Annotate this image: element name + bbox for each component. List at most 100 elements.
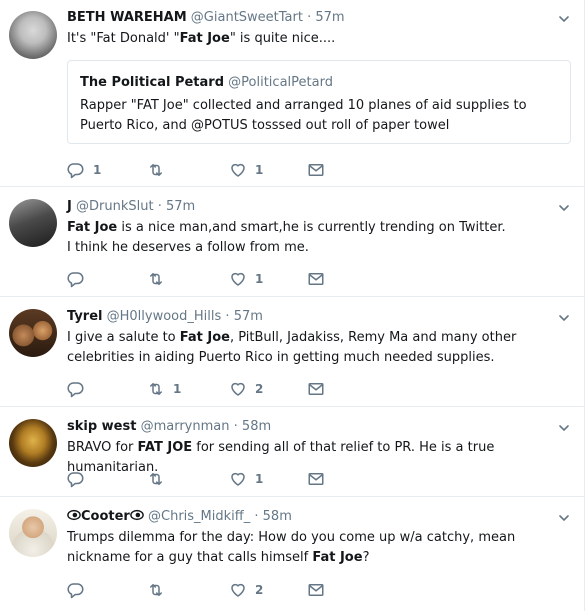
like-button[interactable]: 1 (229, 160, 263, 180)
quoted-text: Rapper "FAT Joe" collected and arranged … (80, 98, 527, 133)
tweet-5[interactable]: Cooter @Chris_Midkiff_ · 58m Trumps dile… (0, 497, 585, 611)
tweet-actions: 1 (67, 269, 367, 289)
quoted-header: The Political Petard @PoliticalPetard (80, 74, 333, 92)
like-button[interactable]: 1 (229, 269, 263, 289)
reply-icon (67, 380, 85, 398)
separator-dot: · (157, 199, 162, 214)
display-name[interactable]: Tyrel (67, 309, 102, 324)
tweet-text: Fat Joe is a nice man,and smart,he is cu… (67, 218, 577, 258)
chevron-down-icon[interactable] (558, 512, 570, 524)
retweet-icon (147, 581, 165, 599)
display-name[interactable]: Cooter (81, 509, 130, 524)
retweet-icon (147, 470, 165, 488)
tweet-actions: 1 1 (67, 160, 367, 180)
reply-button[interactable] (67, 580, 93, 600)
timestamp[interactable]: 57m (166, 199, 195, 214)
reply-icon (67, 161, 85, 179)
tweet-header: BETH WAREHAM @GiantSweetTart · 57m (67, 9, 345, 27)
text-segment: " is quite nice.... (229, 31, 336, 46)
separator-dot: · (233, 419, 238, 434)
highlighted-keyword: Fat Joe (312, 550, 363, 565)
reply-button[interactable]: 1 (67, 160, 101, 180)
retweet-icon (147, 380, 165, 398)
tweet-header: skip west @marrynman · 58m (67, 418, 271, 436)
direct-message-button[interactable] (307, 469, 325, 489)
text-segment: BRAVO for (67, 440, 138, 455)
retweet-button[interactable] (147, 269, 173, 289)
retweet-button[interactable] (147, 160, 173, 180)
like-button[interactable]: 1 (229, 469, 263, 489)
text-segment: I think he deserves a follow from me. (67, 240, 309, 255)
avatar[interactable] (9, 309, 57, 357)
display-name[interactable]: BETH WAREHAM (67, 10, 187, 25)
heart-icon (229, 270, 247, 288)
tweet-text: Trumps dilemma for the day: How do you c… (67, 528, 577, 568)
tweet-actions: 1 (67, 469, 367, 489)
direct-message-button[interactable] (307, 580, 325, 600)
separator-dot: · (307, 10, 312, 25)
retweet-icon (147, 270, 165, 288)
chevron-down-icon[interactable] (558, 312, 570, 324)
timestamp[interactable]: 57m (234, 309, 263, 324)
retweet-button[interactable] (147, 469, 173, 489)
envelope-icon (307, 161, 325, 179)
quoted-tweet[interactable]: The Political Petard @PoliticalPetard Ra… (67, 60, 571, 144)
highlighted-keyword: Fat Joe (67, 220, 118, 235)
avatar[interactable] (9, 199, 57, 247)
quoted-display-name: The Political Petard (80, 75, 225, 90)
like-button[interactable]: 2 (229, 580, 263, 600)
handle[interactable]: @DrunkSlut (76, 199, 154, 214)
heart-icon (229, 581, 247, 599)
retweet-button[interactable]: 1 (147, 379, 181, 399)
like-button[interactable]: 2 (229, 379, 263, 399)
eye-emoji-icon (67, 508, 81, 522)
heart-icon (229, 161, 247, 179)
tweet-2[interactable]: J @DrunkSlut · 57m Fat Joe is a nice man… (0, 187, 585, 297)
tweet-4[interactable]: skip west @marrynman · 58m BRAVO for FAT… (0, 407, 585, 497)
text-segment: Trumps dilemma for the day: How do you c… (67, 530, 516, 565)
timestamp[interactable]: 58m (242, 419, 271, 434)
highlighted-keyword: FAT JOE (137, 440, 193, 455)
display-name[interactable]: skip west (67, 419, 136, 434)
separator-dot: · (254, 509, 259, 524)
text-segment: ? (362, 550, 370, 565)
envelope-icon (307, 470, 325, 488)
like-count: 2 (255, 583, 264, 597)
handle[interactable]: @H0llywood_Hills (107, 309, 222, 324)
tweet-3[interactable]: Tyrel @H0llywood_Hills · 57m I give a sa… (0, 297, 585, 407)
reply-button[interactable] (67, 269, 93, 289)
chevron-down-icon[interactable] (558, 422, 570, 434)
chevron-down-icon[interactable] (558, 202, 570, 214)
reply-count: 1 (93, 163, 102, 177)
envelope-icon (307, 581, 325, 599)
tweet-1[interactable]: BETH WAREHAM @GiantSweetTart · 57m It's … (0, 0, 585, 187)
direct-message-button[interactable] (307, 379, 325, 399)
chevron-down-icon[interactable] (558, 13, 570, 25)
direct-message-button[interactable] (307, 269, 325, 289)
avatar[interactable] (9, 419, 57, 467)
highlighted-keyword: Fat Joe (179, 31, 230, 46)
retweet-icon (147, 161, 165, 179)
tweet-text: I give a salute to Fat Joe, PitBull, Jad… (67, 328, 577, 368)
like-count: 1 (255, 272, 264, 286)
handle[interactable]: @GiantSweetTart (191, 10, 303, 25)
heart-icon (229, 470, 247, 488)
text-segment: It's "Fat Donald' " (67, 31, 180, 46)
heart-icon (229, 380, 247, 398)
display-name[interactable]: J (67, 199, 72, 214)
handle[interactable]: @marrynman (141, 419, 230, 434)
reply-button[interactable] (67, 469, 93, 489)
quoted-handle: @PoliticalPetard (228, 75, 333, 90)
timestamp[interactable]: 57m (315, 10, 344, 25)
eye-emoji-icon (130, 508, 144, 522)
timestamp[interactable]: 58m (263, 509, 292, 524)
tweet-header: J @DrunkSlut · 57m (67, 198, 195, 216)
text-segment: I give a salute to (67, 330, 180, 345)
envelope-icon (307, 270, 325, 288)
handle[interactable]: @Chris_Midkiff_ (148, 509, 250, 524)
reply-button[interactable] (67, 379, 93, 399)
avatar[interactable] (9, 509, 57, 557)
retweet-button[interactable] (147, 580, 173, 600)
direct-message-button[interactable] (307, 160, 325, 180)
avatar[interactable] (9, 11, 57, 59)
